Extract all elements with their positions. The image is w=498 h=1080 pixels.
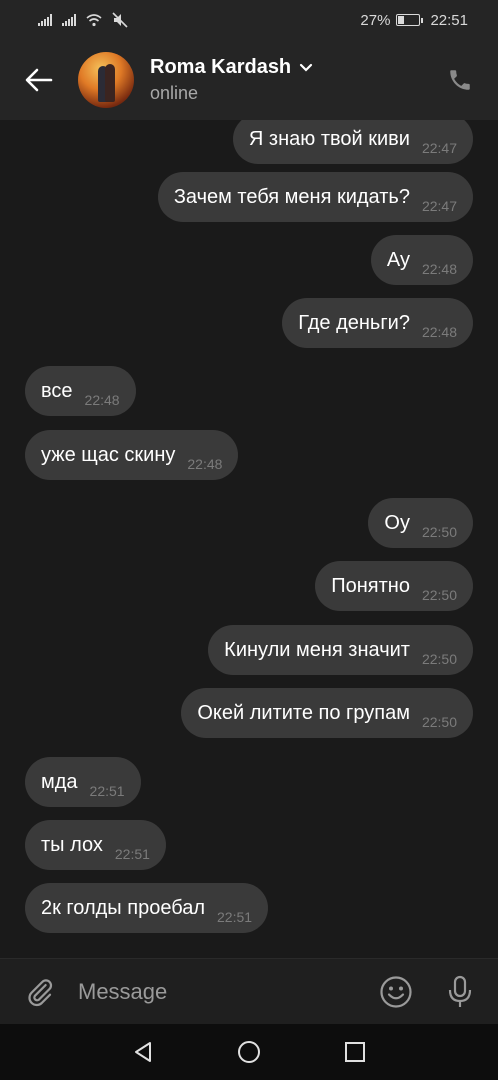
arrow-left-icon [25, 68, 53, 92]
avatar-figure [105, 64, 115, 102]
avatar[interactable] [78, 52, 134, 108]
outgoing-message[interactable]: Кинули меня значит 22:50 [208, 625, 473, 675]
incoming-message[interactable]: 2к голды проебал 22:51 [25, 883, 269, 933]
contact-name-row: Roma Kardash [150, 56, 313, 79]
message-text: Зачем тебя меня кидать? [173, 185, 410, 208]
message-text: Ау [386, 248, 410, 271]
message-time: 22:47 [421, 198, 457, 214]
message-text: все [41, 379, 73, 402]
paperclip-icon [28, 978, 53, 1006]
back-button[interactable] [10, 50, 68, 110]
contact-status: online [150, 83, 199, 103]
message-time: 22:51 [217, 909, 253, 925]
message-text: Кинули меня значит [224, 638, 410, 661]
message-time: 22:48 [187, 456, 223, 472]
outgoing-message[interactable]: Ау 22:48 [370, 235, 473, 285]
nav-back-button[interactable] [121, 1030, 165, 1074]
status-icons-right: 27% 22:51 [360, 12, 468, 29]
battery-icon [396, 14, 424, 26]
message-list[interactable]: Я знаю твой киви 22:47 Зачем тебя меня кид… [0, 120, 498, 958]
incoming-message[interactable]: ты лох 22:51 [25, 820, 166, 870]
signal-2-icon [62, 14, 76, 26]
status-icons-left [38, 12, 128, 28]
phone-icon [450, 70, 470, 90]
nav-recents-button[interactable] [333, 1030, 377, 1074]
chat-screen: 27% 22:51 Roma Kardash online Я знаю тво… [0, 0, 498, 1080]
message-time: 22:50 [421, 651, 457, 667]
message-time: 22:50 [421, 524, 457, 540]
battery-level [398, 16, 404, 24]
contact-info[interactable]: Roma Kardash online [150, 56, 313, 104]
chat-header: Roma Kardash online [0, 40, 498, 120]
mute-icon [112, 12, 128, 28]
message-text: уже щас скину [41, 443, 176, 466]
message-text: Понятно [331, 574, 410, 597]
chevron-down-icon [300, 63, 313, 72]
contact-name: Roma Kardash [150, 56, 292, 78]
square-recents-icon [345, 1042, 365, 1062]
status-bar: 27% 22:51 [0, 0, 498, 40]
message-time: 22:51 [89, 783, 125, 799]
outgoing-message[interactable]: Зачем тебя меня кидать? 22:47 [157, 172, 473, 222]
emoji-button[interactable] [376, 972, 416, 1012]
voice-message-button[interactable] [440, 972, 480, 1012]
system-nav-bar [0, 1024, 498, 1080]
incoming-message[interactable]: мда 22:51 [25, 757, 141, 807]
message-time: 22:51 [114, 846, 150, 862]
outgoing-message[interactable]: Понятно 22:50 [315, 561, 473, 611]
incoming-message[interactable]: уже щас скину 22:48 [25, 430, 239, 480]
incoming-message[interactable]: все 22:48 [25, 366, 136, 416]
message-time: 22:48 [84, 392, 120, 408]
message-time: 22:48 [421, 261, 457, 277]
message-text: ты лох [41, 833, 103, 856]
outgoing-message[interactable]: Оу 22:50 [368, 498, 473, 548]
message-text: Я знаю твой киви [248, 127, 410, 150]
message-time: 22:47 [421, 140, 457, 156]
smiley-icon [380, 976, 412, 1008]
wifi-icon [86, 14, 102, 27]
outgoing-message[interactable]: Окей литите по групам 22:50 [181, 688, 473, 738]
message-time: 22:48 [421, 324, 457, 340]
composer [0, 958, 498, 1024]
call-button[interactable] [442, 62, 478, 98]
message-input[interactable] [78, 971, 358, 1012]
battery-percent: 27% [360, 11, 391, 29]
message-time: 22:50 [421, 714, 457, 730]
nav-home-button[interactable] [227, 1030, 271, 1074]
triangle-back-icon [135, 1042, 151, 1062]
signal-1-icon [38, 14, 52, 26]
message-text: Окей литите по групам [197, 701, 410, 724]
clock: 22:51 [430, 11, 468, 29]
message-text: Оу [384, 511, 410, 534]
outgoing-message[interactable]: Я знаю твой киви 22:47 [232, 120, 473, 164]
message-text: мда [41, 770, 78, 793]
circle-home-icon [238, 1041, 260, 1063]
message-text: 2к голды проебал [41, 896, 206, 919]
microphone-icon [448, 975, 472, 1007]
outgoing-message[interactable]: Где деньги? 22:48 [282, 298, 473, 348]
attach-button[interactable] [20, 972, 60, 1012]
message-time: 22:50 [421, 587, 457, 603]
message-text: Где деньги? [298, 311, 410, 334]
